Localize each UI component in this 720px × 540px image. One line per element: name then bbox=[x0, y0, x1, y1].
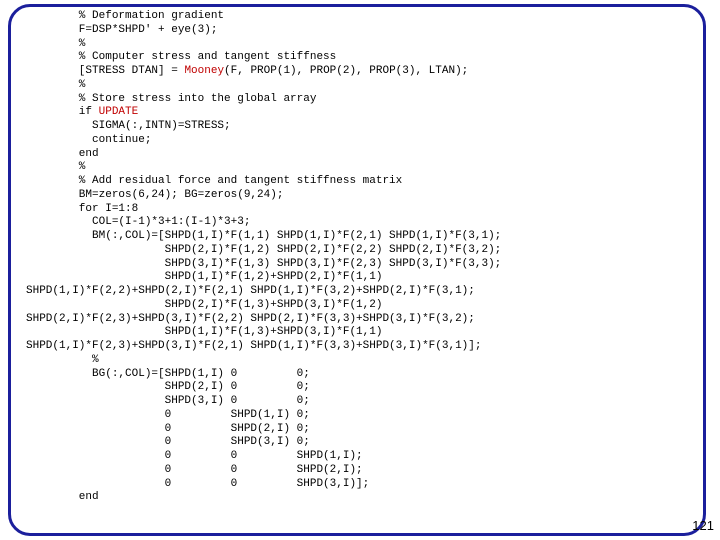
code-line: [STRESS DTAN] = bbox=[26, 65, 184, 77]
code-block: % Deformation gradient F=DSP*SHPD' + eye… bbox=[26, 10, 696, 526]
code-line: % Deformation gradient bbox=[26, 10, 224, 22]
code-line: 0 SHPD(1,I) 0; bbox=[26, 409, 310, 421]
code-line: end bbox=[26, 491, 99, 503]
code-line: SHPD(1,I)*F(2,3)+SHPD(3,I)*F(2,1) SHPD(1… bbox=[26, 340, 481, 352]
code-keyword: Mooney bbox=[184, 65, 224, 77]
code-line: % bbox=[26, 161, 85, 173]
code-line: % Computer stress and tangent stiffness bbox=[26, 51, 336, 63]
code-line: BM=zeros(6,24); BG=zeros(9,24); bbox=[26, 189, 283, 201]
code-line: (F, PROP(1), PROP(2), PROP(3), LTAN); bbox=[224, 65, 468, 77]
code-line: F=DSP*SHPD' + eye(3); bbox=[26, 24, 217, 36]
code-line: SHPD(1,I)*F(1,3)+SHPD(3,I)*F(1,1) bbox=[26, 326, 382, 338]
code-line: % Add residual force and tangent stiffne… bbox=[26, 175, 402, 187]
code-line: if bbox=[26, 106, 99, 118]
code-line: SHPD(1,I)*F(2,2)+SHPD(2,I)*F(2,1) SHPD(1… bbox=[26, 285, 475, 297]
code-line: SHPD(2,I)*F(1,3)+SHPD(3,I)*F(1,2) bbox=[26, 299, 382, 311]
code-line: % bbox=[26, 354, 99, 366]
code-line: SHPD(3,I)*F(1,3) SHPD(3,I)*F(2,3) SHPD(3… bbox=[26, 258, 501, 270]
code-line: % Store stress into the global array bbox=[26, 93, 316, 105]
code-line: BM(:,COL)=[SHPD(1,I)*F(1,1) SHPD(1,I)*F(… bbox=[26, 230, 501, 242]
page-number: 121 bbox=[692, 518, 714, 534]
code-line: for I=1:8 bbox=[26, 203, 138, 215]
code-line: COL=(I-1)*3+1:(I-1)*3+3; bbox=[26, 216, 250, 228]
code-line: continue; bbox=[26, 134, 151, 146]
code-line: end bbox=[26, 148, 99, 160]
code-line: % bbox=[26, 79, 85, 91]
code-line: SIGMA(:,INTN)=STRESS; bbox=[26, 120, 231, 132]
code-line: % bbox=[26, 38, 85, 50]
code-line: 0 0 SHPD(1,I); bbox=[26, 450, 363, 462]
code-keyword: UPDATE bbox=[99, 106, 139, 118]
code-line: 0 SHPD(2,I) 0; bbox=[26, 423, 310, 435]
code-line: BG(:,COL)=[SHPD(1,I) 0 0; bbox=[26, 368, 310, 380]
code-line: SHPD(2,I)*F(2,3)+SHPD(3,I)*F(2,2) SHPD(2… bbox=[26, 313, 475, 325]
code-line: SHPD(3,I) 0 0; bbox=[26, 395, 310, 407]
code-line: 0 SHPD(3,I) 0; bbox=[26, 436, 310, 448]
slide: % Deformation gradient F=DSP*SHPD' + eye… bbox=[0, 0, 720, 540]
code-line: 0 0 SHPD(2,I); bbox=[26, 464, 363, 476]
code-line: SHPD(1,I)*F(1,2)+SHPD(2,I)*F(1,1) bbox=[26, 271, 382, 283]
code-line: 0 0 SHPD(3,I)]; bbox=[26, 478, 369, 490]
code-line: SHPD(2,I)*F(1,2) SHPD(2,I)*F(2,2) SHPD(2… bbox=[26, 244, 501, 256]
code-line: SHPD(2,I) 0 0; bbox=[26, 381, 310, 393]
